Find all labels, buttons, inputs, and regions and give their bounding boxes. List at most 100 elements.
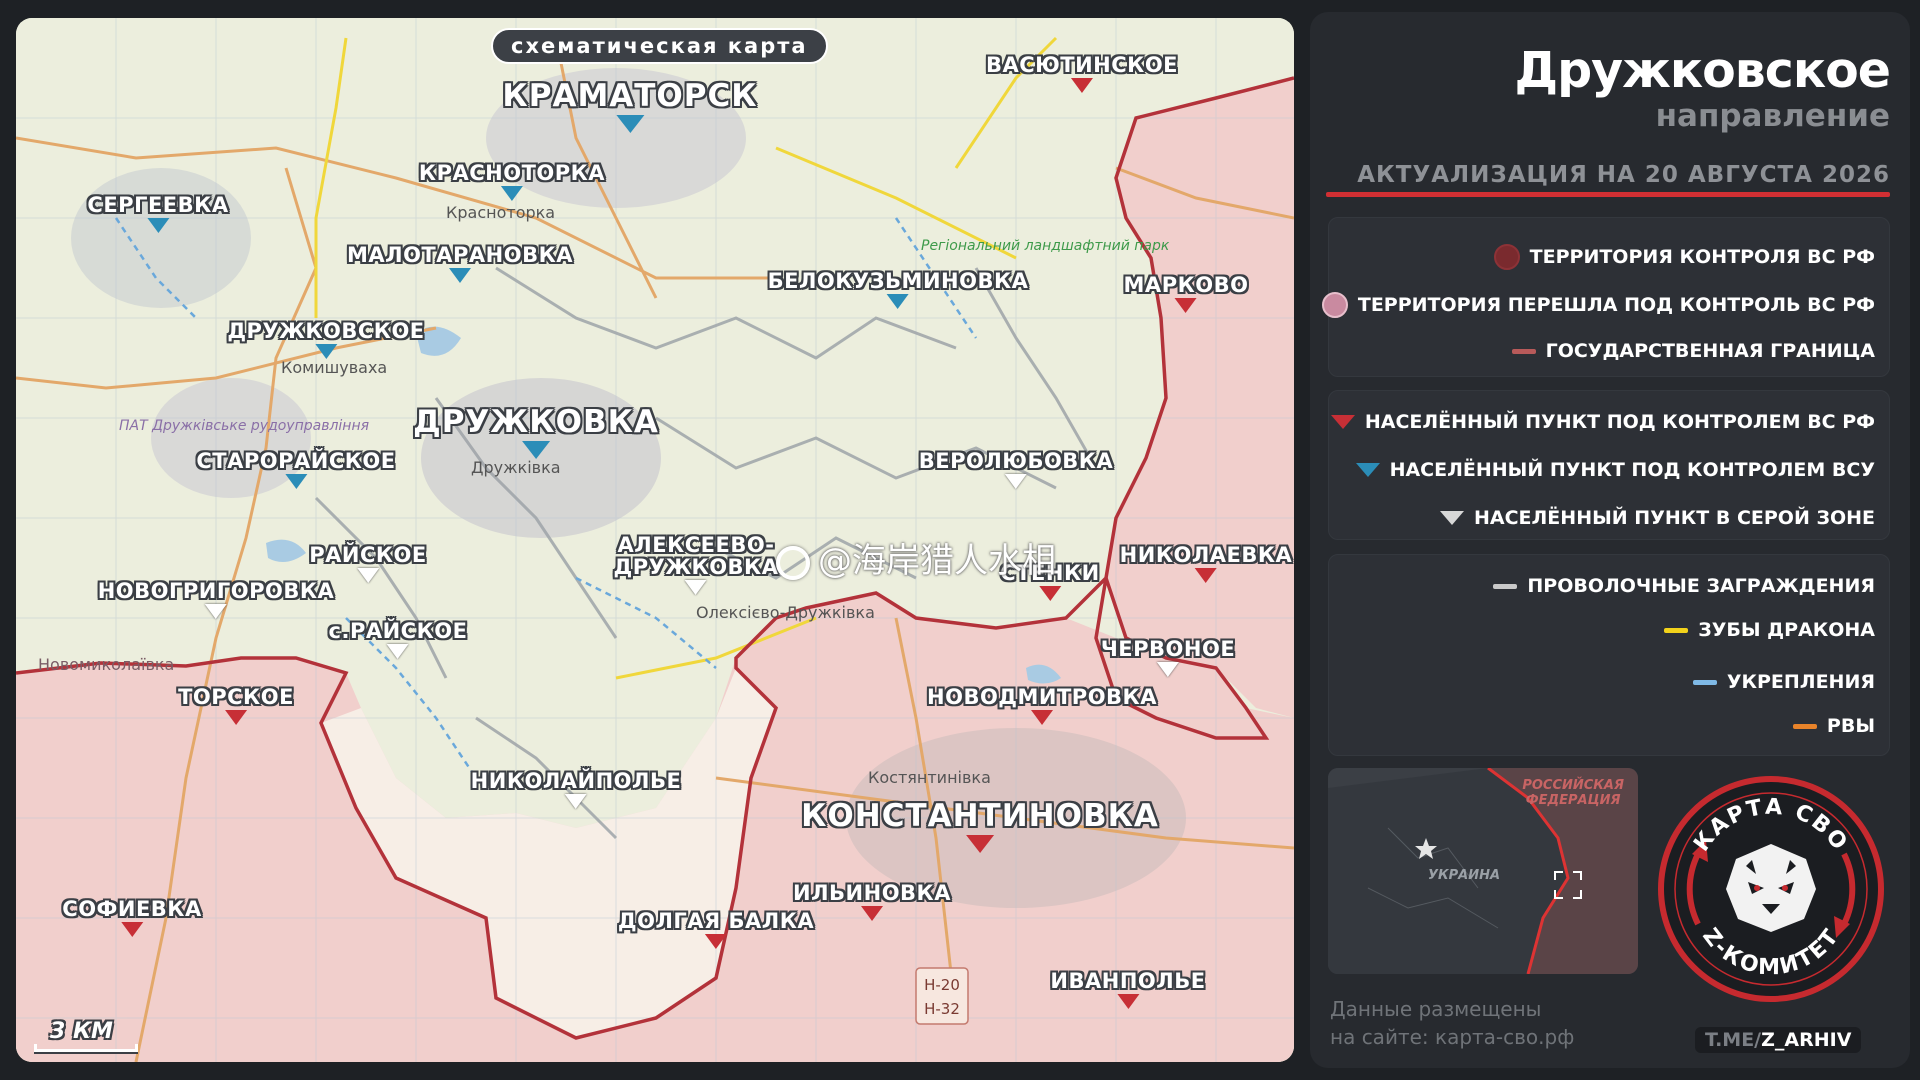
place-novogrigorovka[interactable]: НОВОГРИГОРОВКА — [98, 580, 335, 623]
settlement-marker-icon — [147, 218, 169, 234]
settlement-marker-icon — [225, 710, 247, 726]
place-krasnotorka[interactable]: КРАСНОТОРКА — [419, 162, 605, 205]
place-label: СОФИЕВКА — [62, 897, 202, 921]
place-label: АЛЕКСЕЕВО- ДРУЖКОВКА — [613, 533, 779, 580]
legend-item: ПРОВОЛОЧНЫЕ ЗАГРАЖДЕНИЯ — [1493, 575, 1875, 597]
place-label: с.РАЙСКОЕ — [328, 619, 468, 643]
settlement-marker-icon — [357, 568, 379, 584]
road-shield-label: Н-20 — [924, 976, 960, 994]
triangle-ua-icon — [1355, 463, 1380, 477]
place-dolgaya-balka[interactable]: ДОЛГАЯ БАЛКА — [618, 910, 814, 953]
basemap-label: Костянтинівка — [868, 768, 991, 787]
legend-item: НАСЕЛЁННЫЙ ПУНКТ ПОД КОНТРОЛЕМ ВС РФ — [1330, 411, 1875, 433]
territory-gained-swatch — [1321, 292, 1348, 318]
inset-label-ukraine: УКРАИНА — [1428, 868, 1501, 883]
scale-bar-line — [34, 1044, 138, 1052]
settlement-marker-icon — [886, 294, 909, 310]
settlement-marker-icon — [685, 580, 707, 596]
place-markovo[interactable]: МАРКОВО — [1124, 274, 1249, 317]
divider — [1326, 192, 1890, 197]
overview-inset-map: РОССИЙСКАЯ ФЕДЕРАЦИЯ УКРАИНА — [1328, 768, 1638, 974]
legend-item: ТЕРРИТОРИЯ ПЕРЕШЛА ПОД КОНТРОЛЬ ВС РФ — [1321, 292, 1875, 318]
place-verolyubovka[interactable]: ВЕРОЛЮБОВКА — [919, 450, 1113, 493]
data-source-note: Данные размещены на сайте: карта-сво.рф — [1330, 997, 1575, 1049]
map-title: схематическая карта — [491, 28, 828, 64]
place-label: ДОЛГАЯ БАЛКА — [617, 909, 815, 933]
place-label: МАЛОТАРАНОВКА — [346, 243, 574, 267]
place-label: ДРУЖКОВСКОЕ — [227, 319, 425, 343]
place-chervonoe[interactable]: ЧЕРВОНОЕ — [1101, 638, 1235, 681]
place-label: НОВОГРИГОРОВКА — [97, 579, 335, 603]
place-alekseevo[interactable]: АЛЕКСЕЕВО- ДРУЖКОВКА — [614, 534, 779, 599]
legend-item: РВЫ — [1792, 715, 1875, 737]
place-label: ИЛЬИНОВКА — [793, 881, 951, 905]
settlement-marker-icon — [500, 186, 523, 202]
basemap-label: Новомиколаївка — [38, 655, 174, 674]
dragon-teeth-swatch — [1664, 627, 1689, 633]
settlement-marker-icon — [965, 834, 994, 853]
place-sofievka[interactable]: СОФИЕВКА — [62, 898, 201, 941]
place-kramatorsk[interactable]: КРАМАТОРСК — [502, 80, 757, 137]
map-canvas[interactable]: Н-20 Н-32 Красноторка Комишуваха Дружків… — [16, 18, 1294, 1062]
settlement-marker-icon — [1070, 78, 1093, 94]
legend-item: ТЕРРИТОРИЯ КОНТРОЛЯ ВС РФ — [1493, 244, 1875, 270]
settlement-marker-icon — [448, 268, 471, 284]
legend-lines: ПРОВОЛОЧНЫЕ ЗАГРАЖДЕНИЯ ЗУБЫ ДРАКОНА УКР… — [1328, 554, 1890, 756]
settlement-marker-icon — [704, 934, 727, 950]
place-label: СТАРОРАЙСКОЕ — [196, 449, 396, 473]
place-ivanpole[interactable]: ИВАНПОЛЬЕ — [1050, 970, 1205, 1013]
place-label: КРАМАТОРСК — [502, 78, 758, 114]
place-label: МАРКОВО — [1123, 273, 1249, 297]
place-nikolaipole[interactable]: НИКОЛАЙПОЛЬЕ — [471, 770, 682, 813]
weibo-watermark: @海岸猎人水相 — [776, 533, 1056, 582]
place-belokuzminovka[interactable]: БЕЛОКУЗЬМИНОВКА — [768, 270, 1029, 313]
place-label: ВАСЮТИНСКОЕ — [985, 53, 1179, 77]
settlement-marker-icon — [1039, 586, 1061, 602]
territory-ru-swatch — [1493, 244, 1520, 270]
basemap-label: Красноторка — [446, 203, 555, 222]
settlement-marker-icon — [1157, 662, 1179, 678]
settlement-marker-icon — [314, 344, 337, 360]
place-ilinovka[interactable]: ИЛЬИНОВКА — [793, 882, 951, 925]
place-label: ЧЕРВОНОЕ — [1100, 637, 1236, 661]
place-label: БЕЛОКУЗЬМИНОВКА — [767, 269, 1029, 293]
weibo-icon — [776, 545, 810, 580]
place-torskoe[interactable]: ТОРСКОЕ — [178, 686, 294, 729]
legend-item: НАСЕЛЁННЫЙ ПУНКТ В СЕРОЙ ЗОНЕ — [1440, 507, 1875, 529]
place-label: ВЕРОЛЮБОВКА — [918, 449, 1114, 473]
settlement-marker-icon — [284, 474, 307, 490]
legend-item: НАСЕЛЁННЫЙ ПУНКТ ПОД КОНТРОЛЕМ ВСУ — [1355, 459, 1875, 481]
place-novodmitrovka[interactable]: НОВОДМИТРОВКА — [927, 686, 1157, 729]
update-date: АКТУАЛИЗАЦИЯ НА 20 АВГУСТА 2026 — [1357, 162, 1890, 188]
legend-territory: ТЕРРИТОРИЯ КОНТРОЛЯ ВС РФ ТЕРРИТОРИЯ ПЕР… — [1321, 217, 1890, 377]
place-druzhkovskoe[interactable]: ДРУЖКОВСКОЕ — [227, 320, 424, 363]
border-line-swatch — [1511, 348, 1536, 354]
place-s-raiskoe[interactable]: с.РАЙСКОЕ — [329, 620, 468, 663]
ditch-swatch — [1792, 723, 1817, 729]
legend-item: ЗУБЫ ДРАКОНА — [1664, 619, 1875, 641]
place-malotaranovka[interactable]: МАЛОТАРАНОВКА — [347, 244, 573, 287]
settlement-marker-icon — [522, 440, 550, 459]
emblem-logo: КАРТА СВО Z-КОМИТЕТ — [1658, 776, 1884, 1002]
place-druzhkovka[interactable]: ДРУЖКОВКА — [413, 406, 659, 463]
legend-item: УКРЕПЛЕНИЯ — [1692, 671, 1875, 693]
scale-label: 3 КМ — [50, 1019, 113, 1044]
place-staroraiskoe[interactable]: СТАРОРАЙСКОЕ — [196, 450, 395, 493]
wire-line-swatch — [1493, 583, 1518, 589]
telegram-link[interactable]: T.ME/Z_ARHIV — [1695, 1027, 1862, 1053]
place-label: НОВОДМИТРОВКА — [927, 685, 1157, 709]
place-nikolaevka[interactable]: НИКОЛАЕВКА — [1120, 544, 1293, 587]
settlement-marker-icon — [204, 604, 227, 620]
settlement-marker-icon — [1030, 710, 1053, 726]
place-konstantinovka[interactable]: КОНСТАНТИНОВКА — [801, 800, 1159, 857]
triangle-ru-icon — [1330, 415, 1355, 429]
basemap-label: ПАТ Дружківське рудоуправління — [119, 418, 369, 434]
place-label: РАЙСКОЕ — [309, 543, 427, 567]
legend-panel: Дружковское направление АКТУАЛИЗАЦИЯ НА … — [1310, 12, 1910, 1068]
place-label: ДРУЖКОВКА — [413, 404, 659, 440]
z-komitet-emblem: КАРТА СВО Z-КОМИТЕТ — [1656, 774, 1886, 1004]
place-vasyutinskoe[interactable]: ВАСЮТИНСКОЕ — [986, 54, 1178, 97]
settlement-marker-icon — [1194, 568, 1217, 584]
direction-title: Дружковское — [1514, 42, 1891, 99]
place-sergeevka[interactable]: СЕРГЕЕВКА — [87, 194, 228, 237]
